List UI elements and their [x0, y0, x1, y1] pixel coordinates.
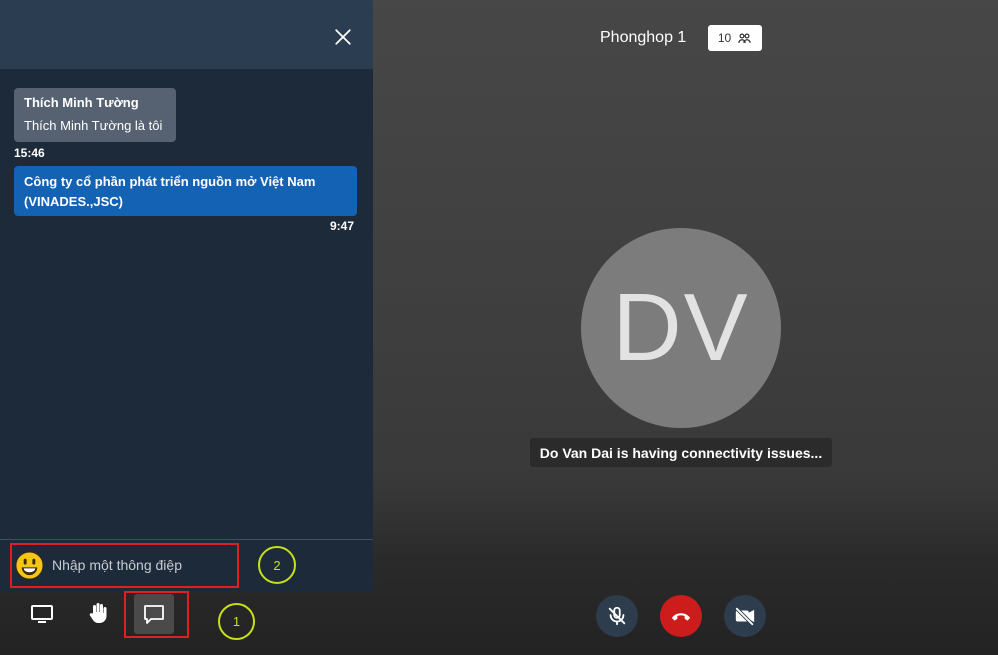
- annotation-highlight-chat-button: [124, 591, 189, 638]
- message-text: Thích Minh Tường là tôi: [24, 118, 163, 133]
- camera-off-icon: [734, 606, 755, 627]
- screen-share-icon: [31, 605, 53, 623]
- message-text: Công ty cổ phần phát triển nguồn mở Việt…: [24, 174, 316, 209]
- participants-icon: [738, 33, 751, 43]
- participant-count-badge[interactable]: 10: [708, 25, 762, 51]
- close-chat-button[interactable]: [332, 26, 354, 48]
- chat-header: [0, 0, 373, 69]
- hangup-button[interactable]: [660, 595, 702, 637]
- camera-toggle-button[interactable]: [724, 595, 766, 637]
- message-time: 9:47: [330, 219, 355, 233]
- incoming-message: Thích Minh Tường Thích Minh Tường là tôi: [14, 88, 176, 142]
- participant-count: 10: [717, 31, 732, 45]
- connectivity-warning: Do Van Dai is having connectivity issues…: [530, 438, 832, 467]
- mic-muted-icon: [608, 606, 626, 626]
- room-name: Phonghop 1: [600, 29, 687, 46]
- chat-panel: Thích Minh Tường Thích Minh Tường là tôi…: [0, 0, 373, 592]
- outgoing-message: Công ty cổ phần phát triển nguồn mở Việt…: [14, 166, 357, 216]
- screen-share-button[interactable]: [28, 600, 56, 628]
- hangup-icon: [671, 613, 691, 621]
- participant-avatar: DV: [581, 228, 781, 428]
- annotation-highlight-input: [10, 543, 239, 588]
- room-header: Phonghop 1 10: [600, 24, 762, 52]
- raise-hand-button[interactable]: [84, 598, 114, 628]
- message-time: 15:46: [14, 146, 45, 160]
- raise-hand-icon: [89, 603, 107, 623]
- call-controls: [596, 595, 768, 637]
- message-sender: Thích Minh Tường: [24, 95, 139, 110]
- conference-window: Phonghop 1 10 DV Do Van Dai is having co…: [0, 0, 998, 655]
- mute-button[interactable]: [596, 595, 638, 637]
- annotation-marker-2: 2: [258, 546, 296, 584]
- close-icon: [335, 29, 351, 45]
- annotation-marker-1: 1: [218, 603, 255, 640]
